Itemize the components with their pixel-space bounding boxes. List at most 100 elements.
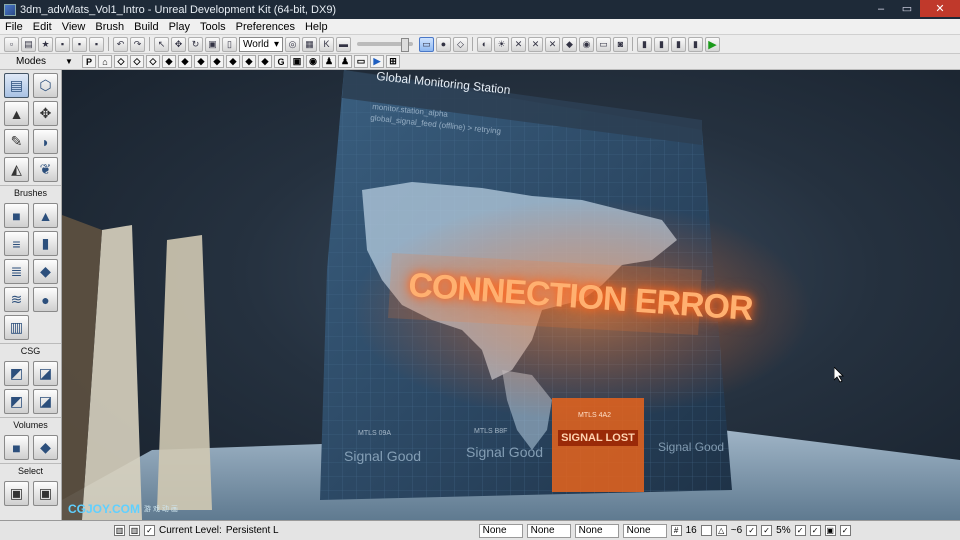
play-in-editor-icon[interactable]: ▮ xyxy=(637,36,652,52)
split-viewport-icon[interactable]: ⊞ xyxy=(386,55,400,68)
deselect-icon[interactable]: ▣ xyxy=(33,481,58,506)
lit-icon[interactable]: ◆ xyxy=(162,55,176,68)
light-complexity-icon[interactable]: ◆ xyxy=(210,55,224,68)
linear-stairs-brush-icon[interactable]: ≣ xyxy=(4,259,29,284)
scale-icon[interactable]: ▣ xyxy=(205,36,220,52)
csg-add-icon[interactable]: ◩ xyxy=(4,361,29,386)
texture-density-icon[interactable]: ◆ xyxy=(226,55,240,68)
static-mesh-mode-icon[interactable]: ◗ xyxy=(33,129,58,154)
lightmap-density-icon[interactable]: ◆ xyxy=(258,55,272,68)
sheet-brush-icon[interactable]: ◆ xyxy=(33,259,58,284)
actor-lock-icon[interactable]: ♟ xyxy=(338,55,352,68)
play-icon[interactable]: ▶ xyxy=(705,36,720,52)
terrain-mode-icon[interactable]: ▲ xyxy=(4,101,29,126)
lighting-quality-icon[interactable]: ◉ xyxy=(579,36,594,52)
swatch-icon[interactable]: ◙ xyxy=(613,36,628,52)
menu-file[interactable]: File xyxy=(0,21,28,33)
menu-tools[interactable]: Tools xyxy=(195,21,231,33)
binoculars-icon[interactable]: ◎ xyxy=(285,36,300,52)
status-field-1[interactable]: None xyxy=(478,523,523,538)
drag-grid-slider[interactable] xyxy=(357,38,413,52)
modes-dropdown-icon[interactable]: ▼ xyxy=(62,57,76,66)
brush-wireframe-icon[interactable]: ◇ xyxy=(114,55,128,68)
screen-icon[interactable]: ▭ xyxy=(596,36,611,52)
status-toggle-icon[interactable]: ▥ xyxy=(129,525,140,536)
level-viewport[interactable]: Global Monitoring Station monitor.statio… xyxy=(62,70,960,520)
select-inside-icon[interactable]: ▣ xyxy=(4,481,29,506)
save-icon[interactable]: ▪ xyxy=(55,36,70,52)
menu-help[interactable]: Help xyxy=(300,21,333,33)
camera-mode-icon[interactable]: ▤ xyxy=(4,73,29,98)
cube-brush-icon[interactable]: ■ xyxy=(4,203,29,228)
viewport-play-icon[interactable]: ▶ xyxy=(370,55,384,68)
console-play-icon[interactable]: ▮ xyxy=(671,36,686,52)
scale-snap-value[interactable]: 5% xyxy=(776,525,790,536)
level-browser-icon[interactable]: ✓ xyxy=(144,525,155,536)
grid-size[interactable]: 16 xyxy=(686,525,697,536)
csg-subtract-icon[interactable]: ◪ xyxy=(33,361,58,386)
current-level-value[interactable]: Persistent L xyxy=(226,525,279,536)
play-in-viewport-icon[interactable]: ▮ xyxy=(654,36,669,52)
foliage-mode-icon[interactable]: ❦ xyxy=(33,157,58,182)
maximize-button[interactable]: ▭ xyxy=(894,0,920,17)
spiral-stairs-brush-icon[interactable]: ≋ xyxy=(4,287,29,312)
landscape-mode-icon[interactable]: ◭ xyxy=(4,157,29,182)
translate-icon[interactable]: ✥ xyxy=(171,36,186,52)
build-paths-icon[interactable]: ✕ xyxy=(511,36,526,52)
status-field-2[interactable]: None xyxy=(526,523,571,538)
add-volume-icon[interactable]: ■ xyxy=(4,435,29,460)
wireframe-icon[interactable]: ◇ xyxy=(130,55,144,68)
undo-icon[interactable]: ↶ xyxy=(113,36,128,52)
content-browser-icon[interactable]: ▦ xyxy=(302,36,317,52)
eye-icon[interactable]: ◉ xyxy=(306,55,320,68)
build-all-icon[interactable]: ✕ xyxy=(545,36,560,52)
realtime-icon[interactable]: ▭ xyxy=(419,36,434,52)
volumetric-brush-icon[interactable]: ▥ xyxy=(4,315,29,340)
drag-snap-toggle[interactable]: ✓ xyxy=(809,525,821,536)
kismet-icon[interactable]: K xyxy=(319,36,334,52)
close-button[interactable]: ✕ xyxy=(920,0,960,17)
build-geometry-icon[interactable]: ◐ xyxy=(477,36,492,52)
menu-play[interactable]: Play xyxy=(164,21,195,33)
grid-toggle-checkbox[interactable] xyxy=(700,525,712,536)
stairs-brush-icon[interactable]: ≡ xyxy=(4,231,29,256)
lighting-icon[interactable]: ● xyxy=(436,36,451,52)
shader-complexity-icon[interactable]: ◆ xyxy=(242,55,256,68)
mesh-paint-icon[interactable]: ✎ xyxy=(4,129,29,154)
save-all-icon[interactable]: ▪ xyxy=(72,36,87,52)
nonuniform-scale-icon[interactable]: ▯ xyxy=(222,36,237,52)
texture-alignment-icon[interactable]: ✥ xyxy=(33,101,58,126)
coordinate-system-select[interactable]: World ▾ xyxy=(239,36,283,52)
build-navmesh-icon[interactable]: ◆ xyxy=(562,36,577,52)
menu-preferences[interactable]: Preferences xyxy=(231,21,300,33)
game-mode-icon[interactable]: G xyxy=(274,55,288,68)
scale-snap-checkbox[interactable]: ✓ xyxy=(761,525,773,536)
camera-icon[interactable]: ⌂ xyxy=(98,55,112,68)
sphere-brush-icon[interactable]: ● xyxy=(33,287,58,312)
autosave-icon[interactable]: ▣ xyxy=(824,525,836,536)
lock-icon[interactable]: ▣ xyxy=(290,55,304,68)
open-folder-icon[interactable]: ▤ xyxy=(21,36,36,52)
build-cover-icon[interactable]: ✕ xyxy=(528,36,543,52)
perspective-button[interactable]: P xyxy=(82,55,96,68)
status-field-3[interactable]: None xyxy=(574,523,619,538)
frame-icon[interactable]: ▭ xyxy=(354,55,368,68)
matinee-icon[interactable]: ▬ xyxy=(336,36,351,52)
grid-icon[interactable]: # xyxy=(670,525,682,536)
rotate-icon[interactable]: ↻ xyxy=(188,36,203,52)
unlit-icon[interactable]: ◇ xyxy=(146,55,160,68)
cone-brush-icon[interactable]: ▲ xyxy=(33,203,58,228)
rotation-snap-checkbox[interactable]: ✓ xyxy=(746,525,758,536)
minimize-button[interactable]: – xyxy=(868,0,894,17)
mobile-play-icon[interactable]: ▮ xyxy=(688,36,703,52)
menu-brush[interactable]: Brush xyxy=(90,21,129,33)
status-toggle-icon[interactable]: ▥ xyxy=(114,525,125,536)
csg-deintersect-icon[interactable]: ◪ xyxy=(33,389,58,414)
scale-snap-toggle[interactable]: ✓ xyxy=(794,525,806,536)
detail-lighting-icon[interactable]: ◆ xyxy=(178,55,192,68)
rotation-snap-icon[interactable]: △ xyxy=(715,525,727,536)
rotation-snap-value[interactable]: ~6 xyxy=(731,525,742,536)
menu-edit[interactable]: Edit xyxy=(28,21,57,33)
new-file-icon[interactable]: ▫ xyxy=(4,36,19,52)
cylinder-brush-icon[interactable]: ▮ xyxy=(33,231,58,256)
